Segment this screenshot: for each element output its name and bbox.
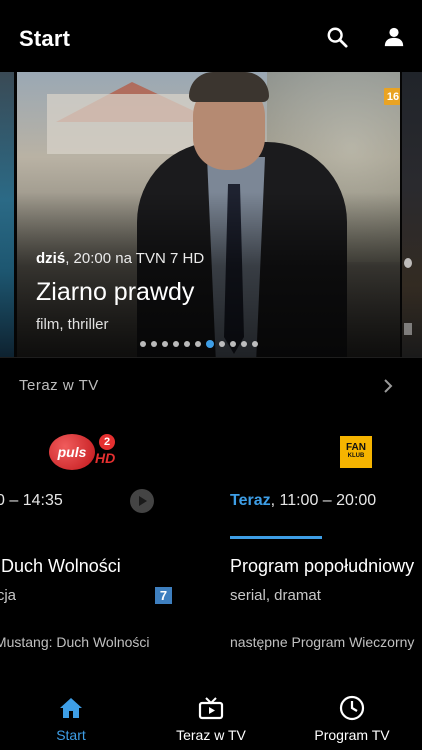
- program-genre: serial, dramat: [230, 587, 321, 604]
- hero-day: dziś: [36, 250, 66, 267]
- tv-card-clip: puls 2 HD , 14:10 – 14:35 tang: Duch Wol…: [0, 420, 215, 660]
- carousel-dot[interactable]: [140, 341, 146, 347]
- fan-logo-line2: KLUB: [347, 453, 365, 459]
- next-slide-glyph: [404, 258, 412, 268]
- age-rating-badge: 7: [155, 587, 172, 604]
- user-profile-icon[interactable]: [379, 22, 409, 52]
- page-title: Start: [19, 26, 71, 51]
- carousel-pagination[interactable]: [140, 340, 258, 348]
- program-time: , 14:10 – 14:35: [0, 492, 63, 509]
- now-label: Teraz: [230, 492, 271, 509]
- next-slide-peek[interactable]: [402, 72, 422, 357]
- home-icon: [57, 695, 85, 721]
- nav-start-label: Start: [56, 727, 86, 743]
- tv-icon: [197, 695, 225, 721]
- previous-slide-peek[interactable]: [0, 72, 14, 357]
- bottom-navigation: Start Teraz w TV Program TV: [0, 680, 422, 750]
- puls-logo-number: 2: [99, 434, 115, 450]
- nav-tv-program[interactable]: Program TV: [306, 680, 398, 750]
- hero-schedule: dziś, 20:00 na TVN 7 HD: [36, 250, 204, 267]
- chevron-right-icon[interactable]: [381, 377, 395, 395]
- carousel-dot[interactable]: [206, 340, 214, 348]
- program-title: Program popołudniowy: [230, 556, 415, 576]
- carousel-dot[interactable]: [173, 341, 179, 347]
- carousel-dot[interactable]: [219, 341, 225, 347]
- program-genre: animacja: [0, 587, 17, 604]
- carousel-dot[interactable]: [230, 341, 236, 347]
- section-title-now-on-tv[interactable]: Teraz w TV: [19, 377, 99, 394]
- puls-logo-hd: HD: [95, 450, 116, 466]
- fan-logo-line1: FAN: [346, 442, 366, 453]
- app-header: Start: [0, 0, 422, 72]
- tv-channel-card[interactable]: FAN KLUB Teraz, 11:00 – 20:00 Program po…: [230, 420, 422, 660]
- hero-slide[interactable]: 16: [17, 72, 400, 357]
- age-rating-badge: 16: [384, 88, 400, 105]
- hero-genre: film, thriller: [36, 316, 109, 333]
- progress-bar: [230, 536, 322, 539]
- program-title: tang: Duch Wolności: [0, 556, 121, 576]
- divider: [0, 357, 422, 358]
- nav-now-on-tv-label: Teraz w TV: [176, 727, 246, 743]
- hero-title: Ziarno prawdy: [36, 278, 195, 306]
- program-time: Teraz, 11:00 – 20:00: [230, 492, 376, 510]
- hero-actor-hair: [189, 72, 269, 102]
- hero-time-channel: , 20:00 na TVN 7 HD: [65, 250, 205, 267]
- nav-start[interactable]: Start: [44, 680, 98, 750]
- nav-now-on-tv[interactable]: Teraz w TV: [170, 680, 252, 750]
- program-time-range: , 11:00 – 20:00: [270, 492, 377, 509]
- clock-icon: [338, 695, 366, 721]
- hero-carousel[interactable]: 16 dziś, 20:00 na TVN 7 HD Ziarno prawdy…: [0, 72, 422, 357]
- fan-klub-logo: FAN KLUB: [340, 436, 372, 468]
- play-icon[interactable]: [130, 489, 154, 513]
- carousel-dot[interactable]: [195, 341, 201, 347]
- next-slide-glyph-2: [404, 323, 412, 335]
- tv-channel-card[interactable]: puls 2 HD , 14:10 – 14:35 tang: Duch Wol…: [0, 420, 200, 660]
- hero-background-house: [47, 94, 197, 154]
- search-icon[interactable]: [322, 22, 352, 52]
- next-program: następne Program Wieczorny: [230, 634, 415, 650]
- carousel-dot[interactable]: [162, 341, 168, 347]
- puls-logo-circle: puls: [49, 434, 95, 470]
- puls2-hd-logo: puls 2 HD: [49, 434, 125, 474]
- carousel-dot[interactable]: [252, 341, 258, 347]
- tv-card-clip: FAN KLUB Teraz, 11:00 – 20:00 Program po…: [215, 420, 422, 660]
- nav-tv-program-label: Program TV: [314, 727, 390, 743]
- carousel-dot[interactable]: [241, 341, 247, 347]
- carousel-dot[interactable]: [184, 341, 190, 347]
- carousel-dot[interactable]: [151, 341, 157, 347]
- next-program: tępne Mustang: Duch Wolności: [0, 634, 150, 650]
